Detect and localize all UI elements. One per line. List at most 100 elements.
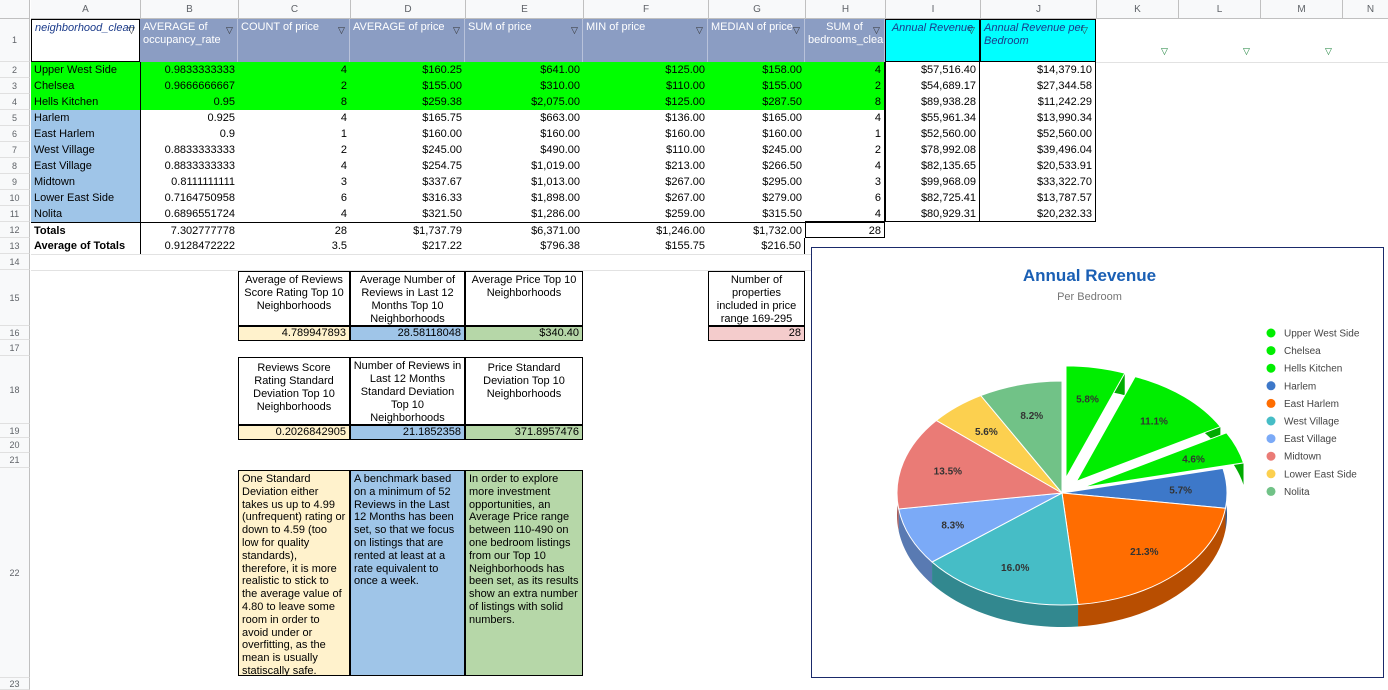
row-header-4[interactable]: 4	[0, 94, 30, 110]
totals-cell-median[interactable]: $1,732.00	[708, 222, 805, 238]
table-cell-sum[interactable]: $310.00	[465, 78, 583, 94]
table-cell-median[interactable]: $295.00	[708, 174, 805, 190]
average-totals-cell-avg[interactable]: $217.22	[350, 238, 465, 254]
table-cell-median[interactable]: $287.50	[708, 94, 805, 110]
stat-value-avg-reviews[interactable]: 4.789947893	[238, 326, 350, 341]
filter-icon[interactable]: ▽	[1081, 25, 1088, 36]
table-cell-name[interactable]: Harlem	[31, 110, 141, 126]
table-cell-min[interactable]: $110.00	[583, 142, 708, 158]
row-header-9[interactable]: 9	[0, 174, 30, 190]
table-cell-occ[interactable]: 0.95	[140, 94, 238, 110]
stat-value-avg-price[interactable]: $340.40	[465, 326, 583, 341]
table-cell-rev[interactable]: $89,938.28	[885, 94, 980, 110]
stat-value-sd-score[interactable]: 0.2026842905	[238, 425, 350, 440]
column-header-k[interactable]: K	[1097, 0, 1179, 19]
column-header-c[interactable]: C	[239, 0, 351, 19]
table-cell-beds[interactable]: 8	[805, 94, 885, 110]
table-cell-sum[interactable]: $1,286.00	[465, 206, 583, 222]
table-cell-rpb[interactable]: $27,344.58	[980, 78, 1096, 94]
row-header-17[interactable]: 17	[0, 340, 30, 356]
table-cell-median[interactable]: $165.00	[708, 110, 805, 126]
table-cell-avg[interactable]: $160.25	[350, 62, 465, 78]
column-header-f[interactable]: F	[584, 0, 709, 19]
table-cell-rpb[interactable]: $52,560.00	[980, 126, 1096, 142]
table-cell-count[interactable]: 2	[238, 78, 350, 94]
table-cell-min[interactable]: $259.00	[583, 206, 708, 222]
filter-icon[interactable]: ▽	[793, 25, 800, 36]
table-cell-occ[interactable]: 0.6896551724	[140, 206, 238, 222]
legend-label[interactable]: Nolita	[1284, 487, 1310, 498]
table-cell-rpb[interactable]: $14,379.10	[980, 62, 1096, 78]
table-cell-occ[interactable]: 0.9833333333	[140, 62, 238, 78]
column-header-i[interactable]: I	[886, 0, 981, 19]
table-cell-name[interactable]: Chelsea	[31, 78, 141, 94]
table-cell-sum[interactable]: $641.00	[465, 62, 583, 78]
table-cell-name[interactable]: Nolita	[31, 206, 141, 222]
legend-label[interactable]: West Village	[1284, 417, 1340, 428]
table-cell-rev[interactable]: $78,992.08	[885, 142, 980, 158]
table-cell-name[interactable]: East Village	[31, 158, 141, 174]
table-cell-rpb[interactable]: $20,232.33	[980, 206, 1096, 222]
table-cell-count[interactable]: 2	[238, 142, 350, 158]
table-cell-sum[interactable]: $1,898.00	[465, 190, 583, 206]
filter-icon[interactable]: ▽	[1325, 46, 1332, 57]
note-price-range[interactable]: In order to explore more investment oppo…	[465, 470, 583, 676]
header-count-price[interactable]: COUNT of price	[238, 19, 350, 62]
filter-icon[interactable]: ▽	[128, 25, 135, 36]
table-cell-name[interactable]: West Village	[31, 142, 141, 158]
table-cell-count[interactable]: 4	[238, 206, 350, 222]
table-cell-avg[interactable]: $160.00	[350, 126, 465, 142]
filter-icon[interactable]: ▽	[1161, 46, 1168, 57]
column-header-a[interactable]: A	[31, 0, 141, 19]
table-cell-rpb[interactable]: $13,990.34	[980, 110, 1096, 126]
header-median-price[interactable]: MEDIAN of price	[708, 19, 805, 62]
average-totals-cell-name[interactable]: Average of Totals	[31, 238, 141, 254]
table-cell-beds[interactable]: 4	[805, 206, 885, 222]
totals-cell-occ[interactable]: 7.302777778	[140, 222, 238, 238]
table-cell-rev[interactable]: $82,135.65	[885, 158, 980, 174]
average-totals-cell-occ[interactable]: 0.9128472222	[140, 238, 238, 254]
table-cell-count[interactable]: 3	[238, 174, 350, 190]
table-cell-rev[interactable]: $80,929.31	[885, 206, 980, 222]
table-cell-min[interactable]: $110.00	[583, 78, 708, 94]
filter-icon[interactable]: ▽	[873, 25, 880, 36]
table-cell-beds[interactable]: 4	[805, 110, 885, 126]
header-sum-price[interactable]: SUM of price	[465, 19, 583, 62]
table-cell-count[interactable]: 4	[238, 62, 350, 78]
legend-label[interactable]: East Village	[1284, 434, 1337, 445]
table-cell-sum[interactable]: $1,019.00	[465, 158, 583, 174]
row-header-10[interactable]: 10	[0, 190, 30, 206]
table-cell-rpb[interactable]: $11,242.29	[980, 94, 1096, 110]
table-cell-name[interactable]: Midtown	[31, 174, 141, 190]
table-cell-beds[interactable]: 3	[805, 174, 885, 190]
legend-label[interactable]: Lower East Side	[1284, 469, 1357, 480]
table-cell-name[interactable]: Hells Kitchen	[31, 94, 141, 110]
row-header-8[interactable]: 8	[0, 158, 30, 174]
totals-cell-min[interactable]: $1,246.00	[583, 222, 708, 238]
row-header-20[interactable]: 20	[0, 438, 30, 453]
table-cell-beds[interactable]: 2	[805, 78, 885, 94]
legend-label[interactable]: Chelsea	[1284, 346, 1321, 357]
table-cell-count[interactable]: 4	[238, 110, 350, 126]
table-cell-sum[interactable]: $1,013.00	[465, 174, 583, 190]
table-cell-sum[interactable]: $663.00	[465, 110, 583, 126]
table-cell-occ[interactable]: 0.8833333333	[140, 158, 238, 174]
totals-cell-count[interactable]: 28	[238, 222, 350, 238]
filter-icon[interactable]: ▽	[968, 25, 975, 36]
table-cell-min[interactable]: $125.00	[583, 94, 708, 110]
row-header-7[interactable]: 7	[0, 142, 30, 158]
row-header-22[interactable]: 22	[0, 468, 30, 678]
table-cell-min[interactable]: $136.00	[583, 110, 708, 126]
column-header-e[interactable]: E	[466, 0, 584, 19]
row-header-18[interactable]: 18	[0, 356, 30, 424]
table-cell-occ[interactable]: 0.8833333333	[140, 142, 238, 158]
table-cell-occ[interactable]: 0.925	[140, 110, 238, 126]
table-cell-beds[interactable]: 6	[805, 190, 885, 206]
table-cell-name[interactable]: Lower East Side	[31, 190, 141, 206]
table-cell-rev[interactable]: $99,968.09	[885, 174, 980, 190]
row-header-3[interactable]: 3	[0, 78, 30, 94]
table-cell-median[interactable]: $279.00	[708, 190, 805, 206]
legend-label[interactable]: Hells Kitchen	[1284, 364, 1342, 375]
table-cell-rpb[interactable]: $33,322.70	[980, 174, 1096, 190]
table-cell-sum[interactable]: $160.00	[465, 126, 583, 142]
